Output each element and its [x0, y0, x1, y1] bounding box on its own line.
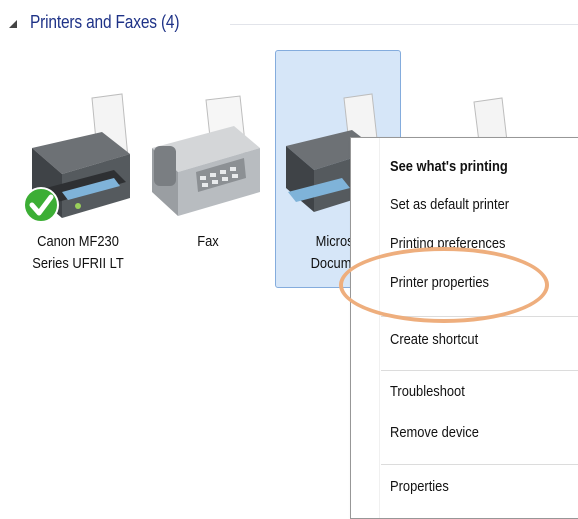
- device-label-line1: Canon MF230: [37, 233, 119, 250]
- device-fax[interactable]: Fax: [148, 92, 268, 292]
- menu-separator: [381, 464, 578, 465]
- section-title: Printers and Faxes (4): [30, 12, 180, 32]
- device-label-line2: Series UFRII LT: [32, 255, 124, 272]
- menu-item-printing-preferences[interactable]: Printing preferences: [390, 235, 505, 252]
- menu-item-create-shortcut[interactable]: Create shortcut: [390, 331, 478, 348]
- collapse-arrow-icon[interactable]: [8, 19, 18, 29]
- menu-gutter: [379, 138, 380, 518]
- section-divider: [230, 24, 578, 25]
- menu-item-see-whats-printing[interactable]: See what's printing: [390, 158, 508, 175]
- section-header[interactable]: Printers and Faxes (4): [8, 10, 578, 38]
- device-label-line1: Fax: [197, 233, 219, 250]
- menu-item-set-default-printer[interactable]: Set as default printer: [390, 196, 509, 213]
- device-canon-mf230[interactable]: Canon MF230 Series UFRII LT: [18, 88, 138, 288]
- menu-item-remove-device[interactable]: Remove device: [390, 424, 479, 441]
- menu-item-printer-properties[interactable]: Printer properties: [390, 274, 489, 291]
- fax-icon: [152, 95, 260, 216]
- menu-item-properties[interactable]: Properties: [390, 478, 449, 495]
- context-menu: See what's printing Set as default print…: [350, 137, 578, 519]
- default-check-icon: [23, 187, 59, 223]
- menu-separator: [381, 370, 578, 371]
- menu-item-troubleshoot[interactable]: Troubleshoot: [390, 383, 465, 400]
- menu-separator: [381, 316, 578, 317]
